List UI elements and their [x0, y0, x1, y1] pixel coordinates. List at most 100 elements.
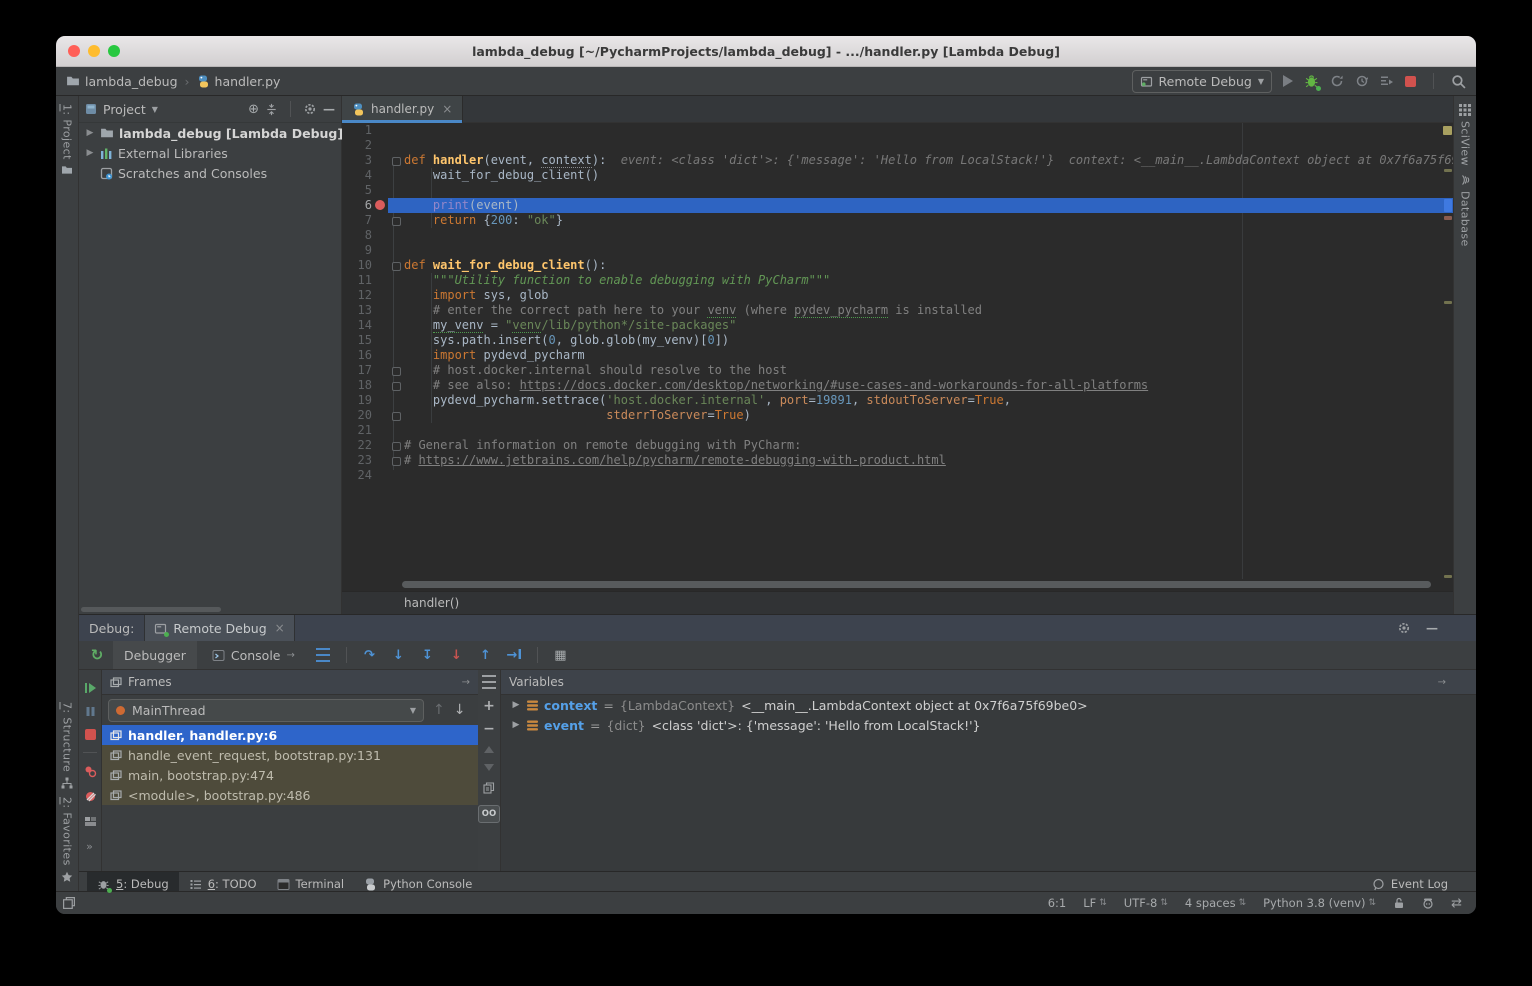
- breakpoint-gutter[interactable]: [374, 438, 388, 453]
- debug-button[interactable]: [1304, 74, 1319, 89]
- run-button[interactable]: [1283, 75, 1293, 87]
- expand-icon[interactable]: ▶: [511, 700, 521, 710]
- line-number[interactable]: 19: [342, 393, 374, 408]
- chevron-right-icon[interactable]: ▶: [85, 128, 95, 138]
- fold-marker[interactable]: [392, 457, 401, 466]
- hide-panel-icon[interactable]: —: [323, 102, 335, 116]
- code-text[interactable]: print(event): [402, 198, 1453, 213]
- tool-windows-toggle-icon[interactable]: [62, 896, 76, 910]
- code-text[interactable]: def handler(event, context): event: <cla…: [402, 153, 1453, 168]
- line-number[interactable]: 3: [342, 153, 374, 168]
- line-number[interactable]: 7: [342, 213, 374, 228]
- line-number[interactable]: 12: [342, 288, 374, 303]
- coverage-button[interactable]: [1330, 74, 1344, 88]
- stop-button[interactable]: [1405, 76, 1416, 87]
- restore-layout-button[interactable]: [84, 815, 97, 828]
- stop-debug-button[interactable]: [85, 729, 96, 740]
- evaluate-expression-button[interactable]: ▦: [548, 648, 573, 663]
- pin-icon[interactable]: →: [462, 677, 470, 688]
- code-text[interactable]: [402, 183, 1453, 198]
- step-into-my-code-button[interactable]: ↧: [415, 648, 440, 663]
- breakpoint-gutter[interactable]: [374, 198, 388, 213]
- force-step-into-button[interactable]: ↓: [444, 648, 469, 663]
- tool-button-favorites[interactable]: 2: Favorites: [61, 797, 74, 883]
- line-number[interactable]: 13: [342, 303, 374, 318]
- stripe-mark[interactable]: [1443, 126, 1452, 135]
- breakpoint-gutter[interactable]: [374, 393, 388, 408]
- code-text[interactable]: [402, 423, 1453, 438]
- hide-panel-icon[interactable]: —: [1426, 621, 1438, 635]
- code-text[interactable]: [402, 228, 1453, 243]
- breakpoint-dot[interactable]: [375, 200, 385, 210]
- tree-item-project-root[interactable]: ▶ lambda_debug [Lambda Debug]: [79, 123, 341, 143]
- tool-button-database[interactable]: Database: [1459, 174, 1472, 247]
- add-watch-icon[interactable]: +: [483, 700, 495, 712]
- pause-button[interactable]: [85, 706, 96, 717]
- fold-marker[interactable]: [392, 157, 401, 166]
- tree-item-external-libraries[interactable]: ▶ External Libraries: [79, 143, 341, 163]
- expand-icon[interactable]: ▶: [511, 720, 521, 730]
- profiler-button[interactable]: [1355, 74, 1369, 88]
- move-down-icon[interactable]: [484, 764, 494, 771]
- code-text[interactable]: sys.path.insert(0, glob.glob(my_venv)[0]…: [402, 333, 1453, 348]
- line-number[interactable]: 15: [342, 333, 374, 348]
- tab-debugger[interactable]: Debugger: [113, 641, 197, 669]
- resume-button[interactable]: [84, 682, 96, 694]
- breakpoint-gutter[interactable]: [374, 213, 388, 228]
- line-number[interactable]: 4: [342, 168, 374, 183]
- stripe-mark[interactable]: [1444, 575, 1452, 578]
- breadcrumb-function[interactable]: handler(): [404, 596, 459, 610]
- tool-button-structure[interactable]: 7: Structure: [61, 702, 74, 789]
- line-number[interactable]: 1: [342, 123, 374, 138]
- fold-marker[interactable]: [392, 382, 401, 391]
- settings-gear-icon[interactable]: [303, 102, 317, 116]
- show-watches-icon[interactable]: OO: [478, 805, 500, 823]
- code-text[interactable]: [402, 123, 1453, 138]
- stripe-mark[interactable]: [1444, 169, 1452, 172]
- code-area[interactable]: 123def handler(event, context): event: <…: [342, 123, 1453, 579]
- code-text[interactable]: stderrToServer=True): [402, 408, 1453, 423]
- code-text[interactable]: """Utility function to enable debugging …: [402, 273, 1453, 288]
- line-number[interactable]: 24: [342, 468, 374, 483]
- line-number[interactable]: 23: [342, 453, 374, 468]
- line-number[interactable]: 5: [342, 183, 374, 198]
- duplicate-icon[interactable]: [483, 782, 495, 794]
- line-number[interactable]: 16: [342, 348, 374, 363]
- breakpoint-gutter[interactable]: [374, 363, 388, 378]
- code-text[interactable]: # https://www.jetbrains.com/help/pycharm…: [402, 453, 1453, 468]
- line-ending-selector[interactable]: LF⇅: [1083, 896, 1107, 910]
- line-number[interactable]: 21: [342, 423, 374, 438]
- line-number[interactable]: 6: [342, 198, 374, 213]
- breakpoint-gutter[interactable]: [374, 168, 388, 183]
- fold-marker[interactable]: [392, 442, 401, 451]
- fold-marker[interactable]: [392, 412, 401, 421]
- line-number[interactable]: 20: [342, 408, 374, 423]
- breakpoint-gutter[interactable]: [374, 273, 388, 288]
- line-number[interactable]: 22: [342, 438, 374, 453]
- code-text[interactable]: # host.docker.internal should resolve to…: [402, 363, 1453, 378]
- concurrency-diagram-button[interactable]: [1380, 74, 1394, 88]
- breakpoint-gutter[interactable]: [374, 228, 388, 243]
- options-menu-icon[interactable]: [482, 675, 496, 689]
- step-into-button[interactable]: ↓: [386, 648, 411, 663]
- more-icon[interactable]: »: [86, 840, 94, 853]
- breakpoint-gutter[interactable]: [374, 138, 388, 153]
- breadcrumb-project[interactable]: lambda_debug: [85, 74, 178, 89]
- code-text[interactable]: # enter the correct path here to your ve…: [402, 303, 1453, 318]
- code-text[interactable]: pydevd_pycharm.settrace('host.docker.int…: [402, 393, 1453, 408]
- code-text[interactable]: import sys, glob: [402, 288, 1453, 303]
- collapse-all-icon[interactable]: [265, 103, 278, 116]
- previous-frame-button[interactable]: ↑: [433, 702, 445, 718]
- scrollbar-thumb[interactable]: [402, 581, 1431, 588]
- debug-session-tab[interactable]: Remote Debug ×: [144, 615, 294, 641]
- stripe-mark[interactable]: [1444, 301, 1452, 304]
- close-icon[interactable]: ×: [275, 621, 285, 635]
- pin-icon[interactable]: →: [1438, 677, 1446, 688]
- next-frame-button[interactable]: ↓: [454, 702, 466, 718]
- move-up-icon[interactable]: [484, 746, 494, 753]
- code-text[interactable]: wait_for_debug_client(): [402, 168, 1453, 183]
- tree-item-scratches[interactable]: ▶ Scratches and Consoles: [79, 163, 341, 183]
- variable-row[interactable]: ▶ context = {LambdaContext} <__main__.La…: [501, 695, 1476, 715]
- remove-watch-icon[interactable]: −: [483, 723, 495, 735]
- line-number[interactable]: 2: [342, 138, 374, 153]
